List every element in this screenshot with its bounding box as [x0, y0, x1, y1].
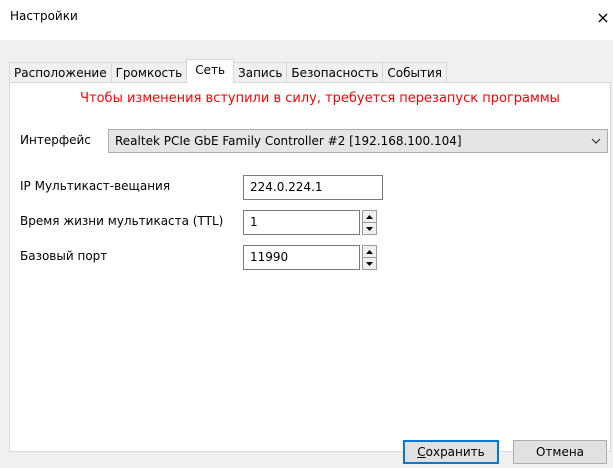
interface-select[interactable]: Realtek PCIe GbE Family Controller #2 [1… — [108, 129, 608, 153]
multicast-ip-label: IP Мультикаст-вещания — [20, 179, 171, 193]
ttl-spin-down[interactable] — [362, 223, 377, 235]
tab-volume[interactable]: Громкость — [110, 62, 188, 83]
tab-strip: Расположение Громкость Сеть Запись Безоп… — [9, 59, 447, 83]
tab-security[interactable]: Безопасность — [286, 62, 384, 83]
dialog-client-area: Расположение Громкость Сеть Запись Безоп… — [0, 40, 613, 468]
tab-recording[interactable]: Запись — [233, 62, 288, 83]
arrow-up-icon — [366, 249, 373, 254]
close-button[interactable]: × — [593, 4, 613, 30]
tab-events[interactable]: События — [382, 62, 447, 83]
interface-label: Интерфейс — [20, 133, 91, 147]
ttl-input[interactable]: 1 — [243, 210, 360, 235]
arrow-up-icon — [366, 214, 373, 219]
interface-select-value: Realtek PCIe GbE Family Controller #2 [1… — [115, 134, 462, 148]
arrow-down-icon — [366, 261, 373, 266]
ttl-spin-up[interactable] — [362, 210, 377, 223]
restart-notice: Чтобы изменения вступили в силу, требует… — [80, 91, 560, 106]
ttl-label: Время жизни мультикаста (TTL) — [20, 214, 224, 228]
base-port-spin-down[interactable] — [362, 258, 377, 270]
base-port-input[interactable]: 11990 — [243, 245, 360, 270]
base-port-spin-up[interactable] — [362, 245, 377, 258]
arrow-down-icon — [366, 226, 373, 231]
tab-location[interactable]: Расположение — [9, 62, 112, 83]
tab-network[interactable]: Сеть — [186, 59, 235, 83]
ttl-spinner[interactable] — [362, 210, 377, 235]
close-icon: × — [596, 7, 610, 27]
save-button-mnemonic: С — [417, 445, 426, 459]
window-title: Настройки — [10, 9, 78, 23]
base-port-spinner[interactable] — [362, 245, 377, 270]
base-port-label: Базовый порт — [20, 249, 108, 263]
save-button[interactable]: Сохранить — [403, 440, 499, 464]
network-tab-panel: Чтобы изменения вступили в силу, требует… — [9, 82, 611, 452]
chevron-down-icon — [589, 133, 603, 149]
cancel-button[interactable]: Отмена — [513, 440, 607, 464]
save-button-label: охранить — [425, 445, 485, 459]
multicast-ip-input[interactable]: 224.0.224.1 — [243, 175, 383, 200]
title-bar: Настройки × — [0, 0, 613, 40]
